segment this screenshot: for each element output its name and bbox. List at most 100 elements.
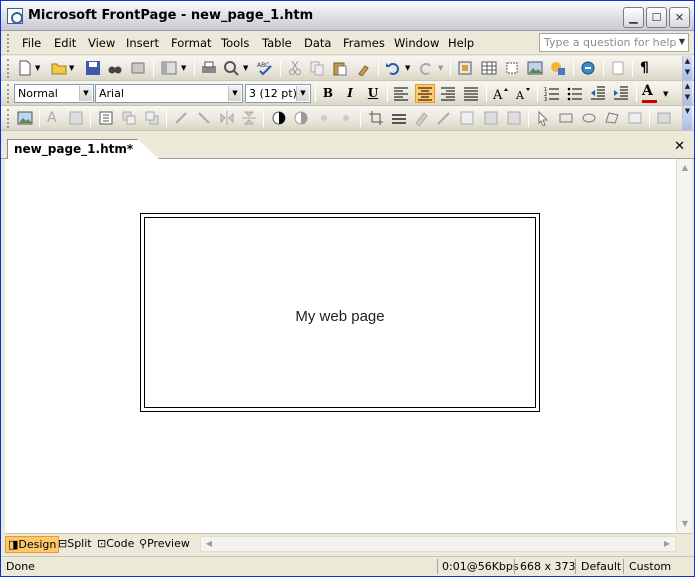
menu-data[interactable]: Data [304, 36, 331, 50]
view-tab-design[interactable]: ◨Design [5, 536, 60, 553]
font-select[interactable]: Arial ▼ [95, 84, 243, 103]
scroll-right-icon[interactable]: ▶ [660, 538, 674, 550]
title-bar[interactable]: Microsoft FrontPage - new_page_1.htm ▁ ☐… [1, 1, 694, 31]
toolbar-grip[interactable] [7, 59, 11, 78]
preview-browser-icon[interactable] [223, 60, 239, 76]
document-mode[interactable]: Default [581, 560, 621, 573]
font-size-select[interactable]: 3 (12 pt) ▼ [245, 84, 311, 103]
toolbar-grip[interactable] [7, 109, 11, 128]
align-right-icon[interactable] [440, 86, 456, 102]
crop-icon[interactable] [368, 110, 384, 126]
menu-format[interactable]: Format [171, 36, 212, 50]
align-left-icon[interactable] [393, 86, 409, 102]
position-absolutely-icon[interactable] [98, 110, 114, 126]
chevron-down-icon[interactable]: ▼ [296, 86, 309, 101]
color-icon[interactable] [459, 110, 475, 126]
scroll-down-icon[interactable]: ▼ [678, 517, 692, 531]
toggle-pane-icon[interactable] [161, 60, 177, 76]
chevron-down-icon[interactable]: ▼ [228, 86, 241, 101]
set-transparent-icon[interactable] [436, 110, 452, 126]
refresh-icon[interactable] [610, 60, 626, 76]
send-backward-icon[interactable] [144, 110, 160, 126]
drawing-icon[interactable] [550, 60, 566, 76]
more-contrast-icon[interactable] [271, 110, 287, 126]
menu-file[interactable]: File [22, 36, 41, 50]
design-view-editor[interactable]: My web page [5, 159, 676, 533]
vertical-scrollbar[interactable]: ▲ ▼ [676, 159, 692, 533]
download-time[interactable]: 0:01@56Kbps [442, 560, 519, 573]
frontpage-app-icon[interactable] [7, 8, 23, 24]
align-center-button[interactable] [415, 84, 435, 103]
view-tab-split[interactable]: ⊟Split [56, 536, 94, 553]
rotate-right-icon[interactable] [196, 110, 212, 126]
publish-icon[interactable] [130, 60, 146, 76]
authoring-schema[interactable]: Custom [629, 560, 671, 573]
toolbar-options-button[interactable]: ▲ ▼ [682, 56, 692, 80]
font-color-dropdown-icon[interactable]: ▼ [663, 90, 668, 98]
select-icon[interactable] [535, 110, 551, 126]
minimize-button[interactable]: ▁ [623, 7, 644, 28]
redo-icon[interactable] [418, 60, 434, 76]
menu-window[interactable]: Window [394, 36, 439, 50]
toolbar-options-button[interactable]: ▲ ▼ [682, 81, 692, 105]
save-icon[interactable] [85, 60, 101, 76]
horizontal-scrollbar[interactable]: ◀ ▶ [200, 536, 676, 552]
menu-tools[interactable]: Tools [221, 36, 249, 50]
line-style-icon[interactable] [391, 110, 407, 126]
bevel-icon[interactable] [483, 110, 499, 126]
format-picture-icon[interactable] [413, 110, 429, 126]
copy-icon[interactable] [309, 60, 325, 76]
font-color-button[interactable]: A [642, 83, 658, 103]
view-tab-preview[interactable]: ⚲Preview [137, 536, 192, 553]
style-select[interactable]: Normal ▼ [14, 84, 94, 103]
text-icon[interactable]: A [47, 110, 57, 126]
insert-picture-icon[interactable] [527, 60, 543, 76]
web-component-icon[interactable] [457, 60, 473, 76]
resample-icon[interactable] [506, 110, 522, 126]
preview-dropdown-icon[interactable]: ▼ [243, 64, 248, 72]
toolbar-grip[interactable] [7, 84, 11, 103]
menu-view[interactable]: View [88, 36, 115, 50]
help-dropdown-icon[interactable]: ▼ [679, 37, 685, 46]
scroll-up-icon[interactable]: ▲ [678, 161, 692, 175]
chevron-down-icon[interactable]: ▼ [79, 86, 92, 101]
more-brightness-icon[interactable] [316, 110, 332, 126]
less-contrast-icon[interactable] [293, 110, 309, 126]
menu-help[interactable]: Help [448, 36, 474, 50]
underline-button[interactable]: U [363, 84, 383, 103]
highlight-hotspots-icon[interactable] [627, 110, 643, 126]
justify-icon[interactable] [463, 86, 479, 102]
decrease-font-size-icon[interactable]: A [515, 85, 531, 101]
restore-icon[interactable] [656, 110, 672, 126]
undo-icon[interactable] [385, 60, 401, 76]
menu-insert[interactable]: Insert [126, 36, 159, 50]
search-icon[interactable] [107, 60, 123, 76]
page-size[interactable]: 668 x 373 [520, 560, 576, 573]
help-question-box[interactable]: Type a question for help ▼ [539, 33, 689, 52]
hyperlink-icon[interactable] [580, 60, 596, 76]
menu-table[interactable]: Table [262, 36, 292, 50]
insert-picture-icon[interactable] [17, 110, 33, 126]
menu-grip[interactable] [7, 34, 11, 52]
print-icon[interactable] [201, 60, 217, 76]
rotate-left-icon[interactable] [173, 110, 189, 126]
toolbar-options-button[interactable]: ▼ [682, 106, 692, 130]
decrease-indent-icon[interactable] [590, 85, 606, 101]
format-painter-icon[interactable] [355, 60, 371, 76]
insert-table-icon[interactable] [481, 60, 497, 76]
polygon-icon[interactable] [604, 110, 620, 126]
rectangle-icon[interactable] [558, 110, 574, 126]
cut-icon[interactable] [287, 60, 303, 76]
insert-layer-icon[interactable] [504, 60, 520, 76]
new-dropdown-icon[interactable]: ▼ [35, 64, 40, 72]
page-table-cell[interactable]: My web page [144, 217, 536, 408]
bring-forward-icon[interactable] [121, 110, 137, 126]
pane-dropdown-icon[interactable]: ▼ [181, 64, 186, 72]
menu-frames[interactable]: Frames [343, 36, 385, 50]
spelling-icon[interactable]: ABC [257, 60, 273, 76]
view-tab-code[interactable]: ⊡Code [95, 536, 136, 553]
menu-edit[interactable]: Edit [54, 36, 76, 50]
paste-icon[interactable] [332, 60, 348, 76]
auto-thumbnail-icon[interactable] [68, 110, 84, 126]
numbering-icon[interactable]: 123 [544, 85, 560, 101]
